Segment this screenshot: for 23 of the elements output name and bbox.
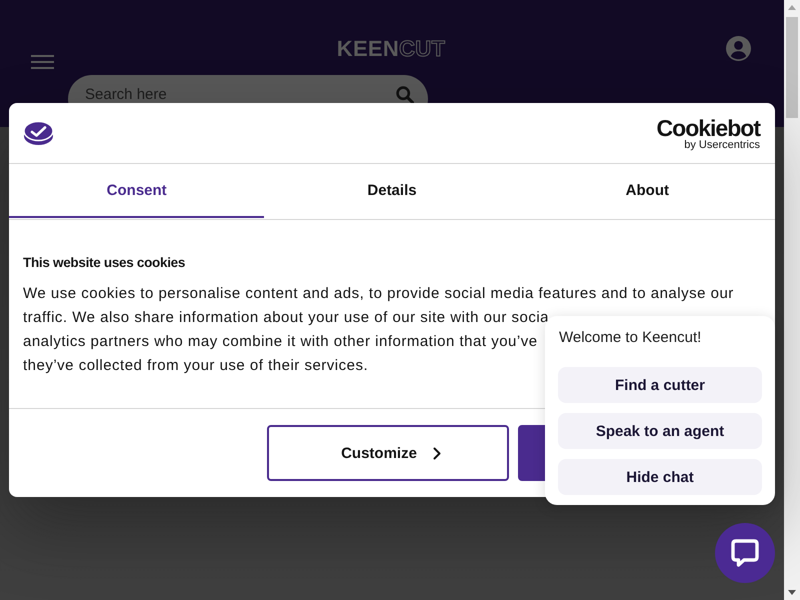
scrollbar-thumb[interactable] [786, 17, 798, 118]
search-icon[interactable] [396, 86, 414, 104]
dialog-title: This website uses cookies [23, 255, 186, 271]
chevron-right-icon [432, 446, 441, 460]
description-line: We use cookies to personalise content and ads, to provide social media features and to analyse our [23, 284, 734, 304]
chat-option-button[interactable]: Hide chat [558, 459, 762, 495]
dialog-tab[interactable]: Details [264, 164, 520, 218]
chat-option-button[interactable]: Speak to an agent [558, 413, 762, 449]
description-line: traffic. We also share information about your use of our site with our socia [23, 308, 550, 328]
customize-button[interactable]: Customize [267, 425, 509, 481]
scroll-up-icon[interactable] [788, 5, 796, 10]
scroll-down-icon[interactable] [788, 590, 796, 595]
menu-icon[interactable] [31, 55, 54, 69]
chat-option-button[interactable]: Find a cutter [558, 367, 762, 403]
consent-logo-icon [24, 121, 53, 145]
dialog-tab[interactable]: Consent [9, 164, 264, 218]
user-account-icon[interactable] [726, 36, 751, 61]
brand-logo: Cookiebot by Usercentrics [656, 117, 760, 151]
description-line: they’ve collected from your use of their services. [23, 356, 368, 376]
chat-greeting: Welcome to Keencut! [558, 329, 702, 347]
chat-bubble-icon [730, 538, 760, 568]
description-line: analytics partners who may combine it with other information that you’ve [23, 332, 538, 352]
dialog-tab[interactable]: About [520, 164, 775, 218]
